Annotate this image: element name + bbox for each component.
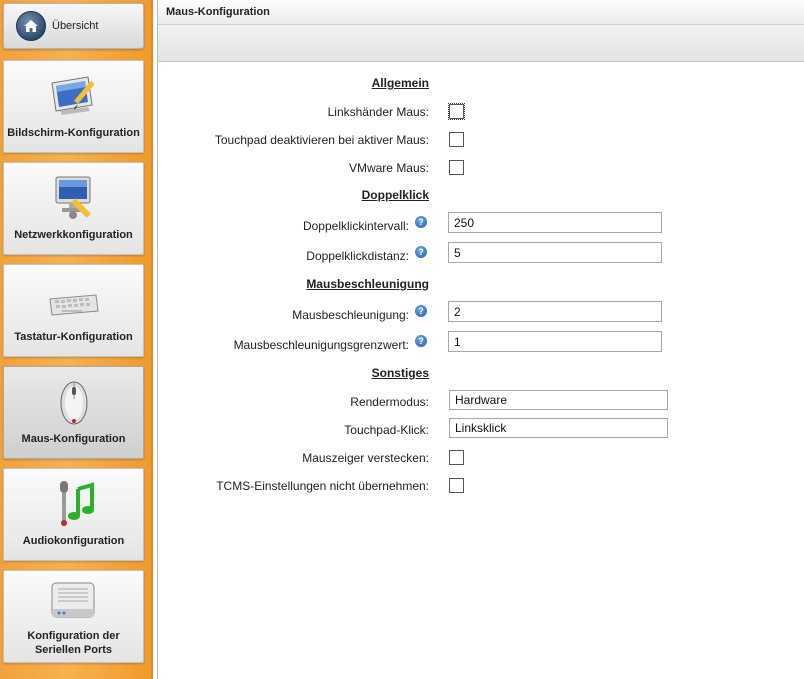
acceleration-label: Mausbeschleunigung: (292, 308, 409, 322)
section-other-heading: Sonstiges (371, 366, 429, 380)
sidebar-item-label: Audiokonfiguration (22, 535, 125, 547)
vmware-mouse-checkbox[interactable] (449, 160, 464, 175)
double-click-interval-label: Doppelklickintervall: (302, 219, 409, 233)
acceleration-threshold-input[interactable] (448, 331, 662, 352)
sidebar-item-label: Netzwerkkonfiguration (14, 229, 133, 241)
double-click-distance-label: Doppelklickdistanz: (306, 249, 409, 263)
sidebar: Übersicht Bildschirm-Konfiguration Netzw… (0, 0, 153, 679)
help-icon[interactable]: ? (415, 335, 427, 347)
sidebar-item-network-config[interactable]: Netzwerkkonfiguration (3, 162, 144, 255)
serial-port-icon (48, 579, 100, 629)
help-icon[interactable]: ? (415, 305, 427, 317)
touchpad-disable-label: Touchpad deaktivieren bei aktiver Maus: (214, 133, 429, 147)
render-mode-select[interactable]: Hardware (449, 390, 668, 410)
vmware-mouse-label: VMware Maus: (348, 161, 429, 175)
home-icon (16, 11, 46, 41)
sidebar-item-display-config[interactable]: Bildschirm-Konfiguration (3, 60, 144, 153)
audio-icon (48, 479, 100, 529)
help-icon[interactable]: ? (415, 246, 427, 258)
acceleration-threshold-label: Mausbeschleunigungsgrenzwert: (233, 338, 409, 352)
section-general-heading: Allgemein (371, 76, 429, 90)
touchpad-click-select[interactable]: Linksklick (449, 418, 668, 438)
keyboard-icon (48, 275, 100, 325)
network-config-icon (48, 173, 100, 223)
sidebar-item-mouse-config[interactable]: Maus-Konfiguration (3, 366, 144, 459)
sidebar-item-keyboard-config[interactable]: Tastatur-Konfiguration (3, 264, 144, 357)
mouse-icon (48, 377, 100, 427)
double-click-distance-input[interactable] (448, 242, 662, 263)
sidebar-item-serial-ports[interactable]: Konfiguration der Seriellen Ports (3, 570, 144, 663)
section-doubleclick-heading: Doppelklick (361, 188, 429, 202)
left-handed-checkbox[interactable] (448, 103, 465, 120)
sidebar-item-label: Tastatur-Konfiguration (14, 331, 133, 343)
touchpad-disable-checkbox[interactable] (449, 132, 464, 147)
render-mode-label: Rendermodus: (350, 395, 429, 409)
hide-pointer-checkbox[interactable] (449, 450, 464, 465)
tcms-ignore-checkbox[interactable] (449, 478, 464, 493)
home-button[interactable]: Übersicht (3, 3, 144, 49)
page-title: Maus-Konfiguration (158, 0, 804, 25)
section-acceleration-heading: Mausbeschleunigung (306, 277, 429, 291)
sidebar-item-label: Bildschirm-Konfiguration (7, 127, 140, 139)
touchpad-click-label: Touchpad-Klick: (344, 423, 429, 437)
sidebar-item-label: Konfiguration der Seriellen Ports (27, 630, 120, 656)
main-panel: Maus-Konfiguration Allgemein Linkshänder… (157, 0, 804, 679)
sidebar-item-label: Maus-Konfiguration (21, 433, 126, 445)
home-label: Übersicht (52, 20, 99, 32)
toolbar (158, 25, 804, 62)
sidebar-item-audio-config[interactable]: Audiokonfiguration (3, 468, 144, 561)
hide-pointer-label: Mauszeiger verstecken: (302, 451, 429, 465)
left-handed-label: Linkshänder Maus: (327, 105, 429, 119)
acceleration-input[interactable] (448, 301, 662, 322)
double-click-interval-input[interactable] (448, 212, 662, 233)
tcms-ignore-label: TCMS-Einstellungen nicht übernehmen: (216, 479, 429, 493)
help-icon[interactable]: ? (415, 216, 427, 228)
display-config-icon (48, 71, 100, 121)
